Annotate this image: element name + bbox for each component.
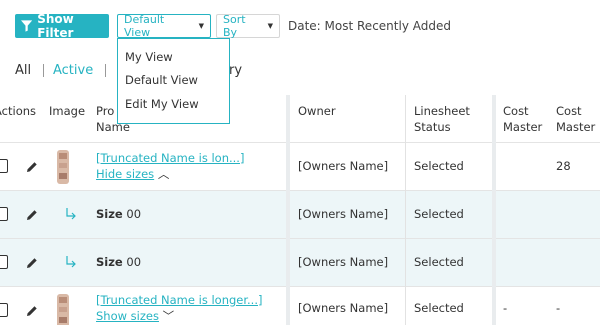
tab-history[interactable]: ry (229, 63, 242, 78)
product-name-link[interactable]: [Truncated Name is lon...] (96, 151, 244, 165)
header-image: Image (49, 104, 86, 118)
size-cell: Size 00 (96, 207, 141, 221)
status-cell: Selected (414, 301, 464, 315)
chevron-up-icon: ︿ (157, 167, 170, 181)
menu-item-default-view[interactable]: Default View (125, 73, 198, 87)
size-label: Size (96, 255, 123, 269)
tab-divider (43, 64, 44, 77)
show-sizes-toggle[interactable]: Show sizes ﹀ (96, 308, 174, 324)
tab-all[interactable]: All (15, 63, 31, 78)
cost-master-2-cell: - (556, 301, 561, 315)
size-label: Size (96, 207, 123, 221)
column-divider[interactable] (286, 95, 290, 325)
table-header: Actions Image Pro Name Owner Linesheet S… (0, 95, 600, 143)
subitem-arrow-icon (66, 208, 76, 220)
header-linesheet-status-1: Linesheet (414, 104, 470, 118)
caret-down-icon: ▼ (267, 22, 273, 30)
cost-master-1-cell: - (503, 301, 508, 315)
header-cost-master-2b: Master (556, 120, 596, 134)
table-row: Size 00 [Owners Name] Selected (0, 239, 600, 287)
status-cell: Selected (414, 255, 464, 269)
menu-item-edit-my-view[interactable]: Edit My View (125, 97, 199, 111)
row-checkbox[interactable] (0, 159, 8, 173)
size-value: 00 (126, 255, 142, 269)
column-divider (405, 95, 406, 325)
header-cost-master-2a: Cost (556, 104, 582, 118)
menu-item-my-view[interactable]: My View (125, 50, 173, 64)
header-owner[interactable]: Owner (298, 103, 336, 119)
hide-sizes-toggle[interactable]: Hide sizes ︿ (96, 166, 169, 182)
sort-date-label: Date: Most Recently Added (288, 19, 451, 33)
owner-cell: [Owners Name] (298, 207, 389, 221)
filter-icon (21, 20, 33, 32)
table-row: [Truncated Name is longer...] Show sizes… (0, 287, 600, 325)
product-name-link[interactable]: [Truncated Name is longer...] (96, 293, 262, 307)
product-thumbnail (57, 150, 69, 184)
size-value: 00 (126, 207, 142, 221)
owner-cell: [Owners Name] (298, 159, 389, 173)
sort-by-label: Sort By (223, 13, 246, 39)
status-cell: Selected (414, 159, 464, 173)
header-actions: Actions (0, 104, 37, 118)
hide-sizes-label: Hide sizes (96, 167, 155, 181)
view-menu: My View Default View Edit My View (117, 38, 230, 124)
table-row: [Truncated Name is lon...] Hide sizes ︿ … (0, 143, 600, 191)
sort-by-dropdown[interactable]: Sort By ▼ (216, 13, 280, 39)
default-view-dropdown[interactable]: Default View ▼ (117, 13, 211, 39)
pencil-icon[interactable] (26, 209, 38, 221)
tab-active[interactable]: Active (53, 63, 93, 78)
chevron-down-icon: ﹀ (162, 309, 175, 323)
cost-master-2-cell: 28 (556, 159, 571, 173)
subitem-arrow-icon (66, 256, 76, 268)
caret-down-icon: ▼ (198, 22, 204, 30)
pencil-icon[interactable] (26, 257, 38, 269)
header-product-name-1: Pro (96, 104, 115, 118)
owner-cell: [Owners Name] (298, 255, 389, 269)
header-cost-master-1a: Cost (503, 104, 529, 118)
owner-cell: [Owners Name] (298, 301, 389, 315)
row-checkbox[interactable] (0, 255, 8, 269)
product-thumbnail (57, 294, 69, 325)
header-linesheet-status-2: Status (414, 120, 451, 134)
pencil-icon[interactable] (26, 161, 38, 173)
show-filter-button[interactable]: Show Filter (15, 12, 109, 40)
show-sizes-label: Show sizes (96, 309, 159, 323)
status-cell: Selected (414, 207, 464, 221)
table-row: Size 00 [Owners Name] Selected (0, 191, 600, 239)
pencil-icon[interactable] (26, 305, 38, 317)
tab-divider (105, 64, 106, 77)
column-divider[interactable] (492, 95, 496, 325)
size-cell: Size 00 (96, 255, 141, 269)
show-filter-label: Show Filter (37, 12, 74, 40)
row-checkbox[interactable] (0, 303, 8, 317)
header-cost-master-1b: Master (503, 120, 543, 134)
default-view-label: Default View (124, 13, 165, 39)
row-checkbox[interactable] (0, 207, 8, 221)
